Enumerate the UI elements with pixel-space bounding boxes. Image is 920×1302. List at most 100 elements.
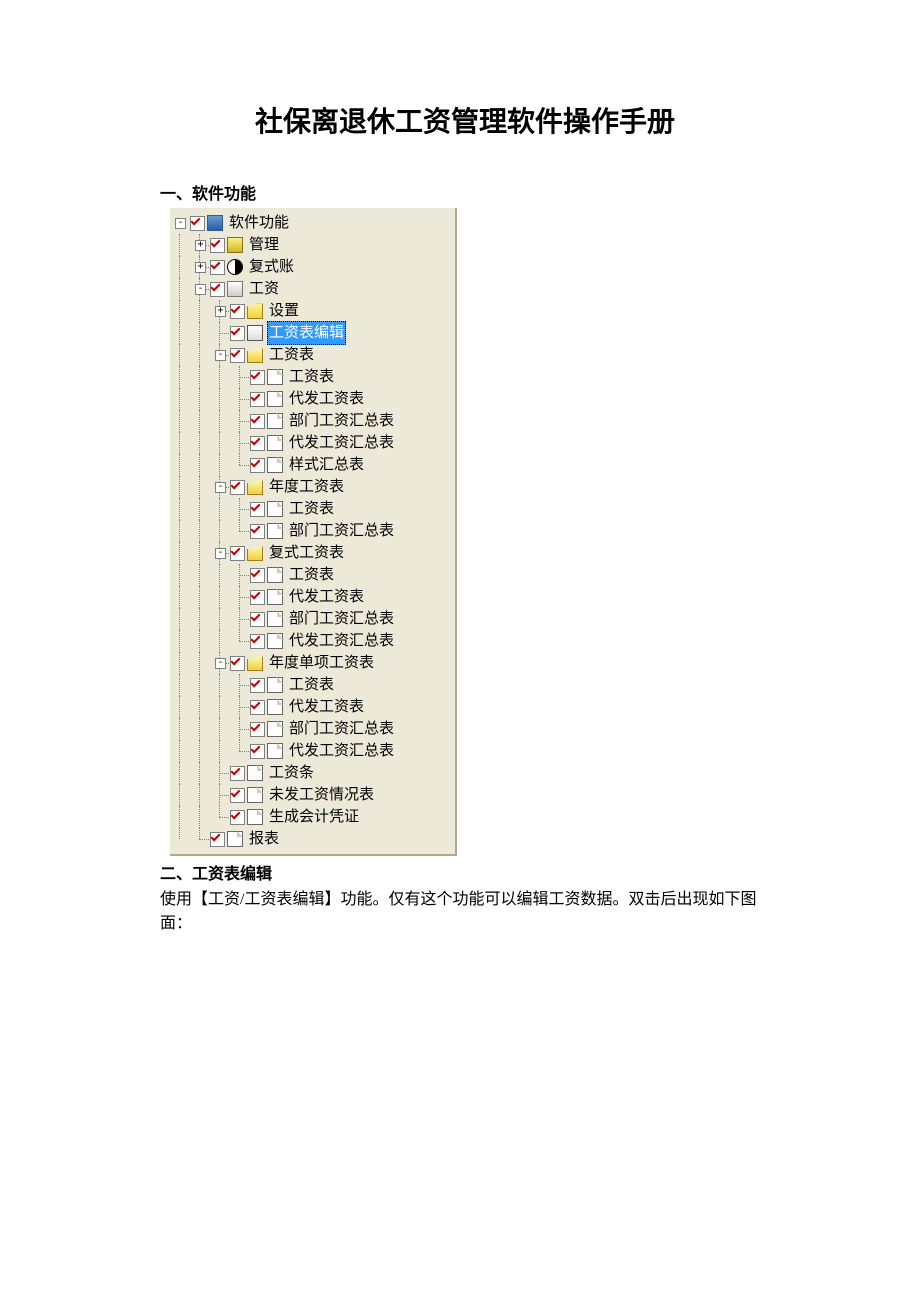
tree-label: 部门工资汇总表 — [287, 608, 396, 630]
doc-icon — [247, 765, 263, 781]
tree-label: 工资表 — [287, 674, 336, 696]
document-page: 社保离退休工资管理软件操作手册 一、软件功能 - 软件功能 + 管理 + 复式账 — [0, 0, 920, 1018]
tree-label: 报表 — [247, 828, 281, 850]
checkbox-icon[interactable] — [250, 700, 265, 715]
tree-node-report[interactable]: 报表 — [170, 828, 455, 850]
tree-label: 部门工资汇总表 — [287, 520, 396, 542]
doc-icon — [267, 589, 283, 605]
tree-node-sheet-c4[interactable]: 代发工资汇总表 — [170, 432, 455, 454]
tree-node-edit[interactable]: 工资表编辑 — [170, 322, 455, 344]
tree-label: 未发工资情况表 — [267, 784, 376, 806]
tree-node-settings[interactable]: + 设置 — [170, 300, 455, 322]
tree-node-fushi-folder[interactable]: - 复式工资表 — [170, 542, 455, 564]
checkbox-icon[interactable] — [230, 766, 245, 781]
tree-label: 年度单项工资表 — [267, 652, 376, 674]
tree-node-sheet-c2[interactable]: 代发工资表 — [170, 388, 455, 410]
checkbox-icon[interactable] — [230, 546, 245, 561]
tree-label: 代发工资汇总表 — [287, 432, 396, 454]
checkbox-icon[interactable] — [250, 414, 265, 429]
checkbox-icon[interactable] — [250, 634, 265, 649]
tree-node-mgmt[interactable]: + 管理 — [170, 234, 455, 256]
checkbox-icon[interactable] — [230, 304, 245, 319]
checkbox-icon[interactable] — [210, 282, 225, 297]
checkbox-icon[interactable] — [210, 238, 225, 253]
doc-icon — [267, 743, 283, 759]
tree-node-sheet-c3[interactable]: 部门工资汇总表 — [170, 410, 455, 432]
tree-node-fushi-c4[interactable]: 代发工资汇总表 — [170, 630, 455, 652]
tree-node-annual-c2[interactable]: 部门工资汇总表 — [170, 520, 455, 542]
doc-icon — [267, 435, 283, 451]
checkbox-icon[interactable] — [250, 568, 265, 583]
tree-node-fushi-c1[interactable]: 工资表 — [170, 564, 455, 586]
tree-label: 代发工资表 — [287, 388, 366, 410]
checkbox-icon[interactable] — [250, 370, 265, 385]
tree-label: 代发工资表 — [287, 696, 366, 718]
folder-open-icon — [247, 479, 263, 495]
document-title: 社保离退休工资管理软件操作手册 — [160, 100, 770, 140]
tree-label: 代发工资汇总表 — [287, 740, 396, 762]
doc-icon — [267, 369, 283, 385]
checkbox-icon[interactable] — [250, 502, 265, 517]
tree-node-sheet-c5[interactable]: 样式汇总表 — [170, 454, 455, 476]
checkbox-icon[interactable] — [230, 810, 245, 825]
paragraph: 使用【工资/工资表编辑】功能。仅有这个功能可以编辑工资数据。双击后出现如下图面： — [160, 888, 770, 936]
yinyang-icon — [227, 259, 243, 275]
management-icon — [227, 237, 243, 253]
tree-node-unpaid[interactable]: 未发工资情况表 — [170, 784, 455, 806]
tree-panel: - 软件功能 + 管理 + 复式账 - 工资 — [170, 208, 457, 856]
checkbox-icon[interactable] — [250, 722, 265, 737]
checkbox-icon[interactable] — [230, 348, 245, 363]
checkbox-icon[interactable] — [230, 656, 245, 671]
tree-label: 工资 — [247, 278, 281, 300]
tree-node-fushi-c3[interactable]: 部门工资汇总表 — [170, 608, 455, 630]
tree-label: 工资表 — [267, 344, 316, 366]
checkbox-icon[interactable] — [250, 612, 265, 627]
doc-icon — [267, 523, 283, 539]
folder-open-icon — [247, 655, 263, 671]
checkbox-icon[interactable] — [250, 458, 265, 473]
tree-label: 工资表 — [287, 498, 336, 520]
tree-label: 生成会计凭证 — [267, 806, 361, 828]
tree-node-root[interactable]: - 软件功能 — [170, 212, 455, 234]
tree-label-selected: 工资表编辑 — [267, 321, 346, 345]
tree-node-single-c3[interactable]: 部门工资汇总表 — [170, 718, 455, 740]
checkbox-icon[interactable] — [230, 480, 245, 495]
tree-node-voucher[interactable]: 生成会计凭证 — [170, 806, 455, 828]
app-icon — [207, 215, 223, 231]
edit-icon — [247, 325, 263, 341]
checkbox-icon[interactable] — [250, 524, 265, 539]
tree-node-slip[interactable]: 工资条 — [170, 762, 455, 784]
tree-node-salary[interactable]: - 工资 — [170, 278, 455, 300]
tree-node-single-c2[interactable]: 代发工资表 — [170, 696, 455, 718]
tree-label: 代发工资汇总表 — [287, 630, 396, 652]
tree-label: 部门工资汇总表 — [287, 410, 396, 432]
doc-icon — [267, 633, 283, 649]
doc-icon — [267, 699, 283, 715]
tree-node-single-c4[interactable]: 代发工资汇总表 — [170, 740, 455, 762]
checkbox-icon[interactable] — [250, 744, 265, 759]
checkbox-icon[interactable] — [210, 832, 225, 847]
checkbox-icon[interactable] — [250, 590, 265, 605]
tree-node-annual-folder[interactable]: - 年度工资表 — [170, 476, 455, 498]
checkbox-icon[interactable] — [250, 436, 265, 451]
tree-node-fushi-acct[interactable]: + 复式账 — [170, 256, 455, 278]
tree-label: 复式工资表 — [267, 542, 346, 564]
report-icon — [227, 831, 243, 847]
tree-node-single-folder[interactable]: - 年度单项工资表 — [170, 652, 455, 674]
checkbox-icon[interactable] — [250, 392, 265, 407]
section-2-heading: 二、工资表编辑 — [160, 860, 770, 884]
tree-node-fushi-c2[interactable]: 代发工资表 — [170, 586, 455, 608]
tree-node-sheet-folder[interactable]: - 工资表 — [170, 344, 455, 366]
tree-node-single-c1[interactable]: 工资表 — [170, 674, 455, 696]
checkbox-icon[interactable] — [190, 216, 205, 231]
checkbox-icon[interactable] — [230, 788, 245, 803]
doc-icon — [267, 721, 283, 737]
tree-label: 工资表 — [287, 564, 336, 586]
tree-label: 设置 — [267, 300, 301, 322]
tree-label: 复式账 — [247, 256, 296, 278]
tree-node-annual-c1[interactable]: 工资表 — [170, 498, 455, 520]
checkbox-icon[interactable] — [230, 326, 245, 341]
tree-node-sheet-c1[interactable]: 工资表 — [170, 366, 455, 388]
checkbox-icon[interactable] — [210, 260, 225, 275]
checkbox-icon[interactable] — [250, 678, 265, 693]
